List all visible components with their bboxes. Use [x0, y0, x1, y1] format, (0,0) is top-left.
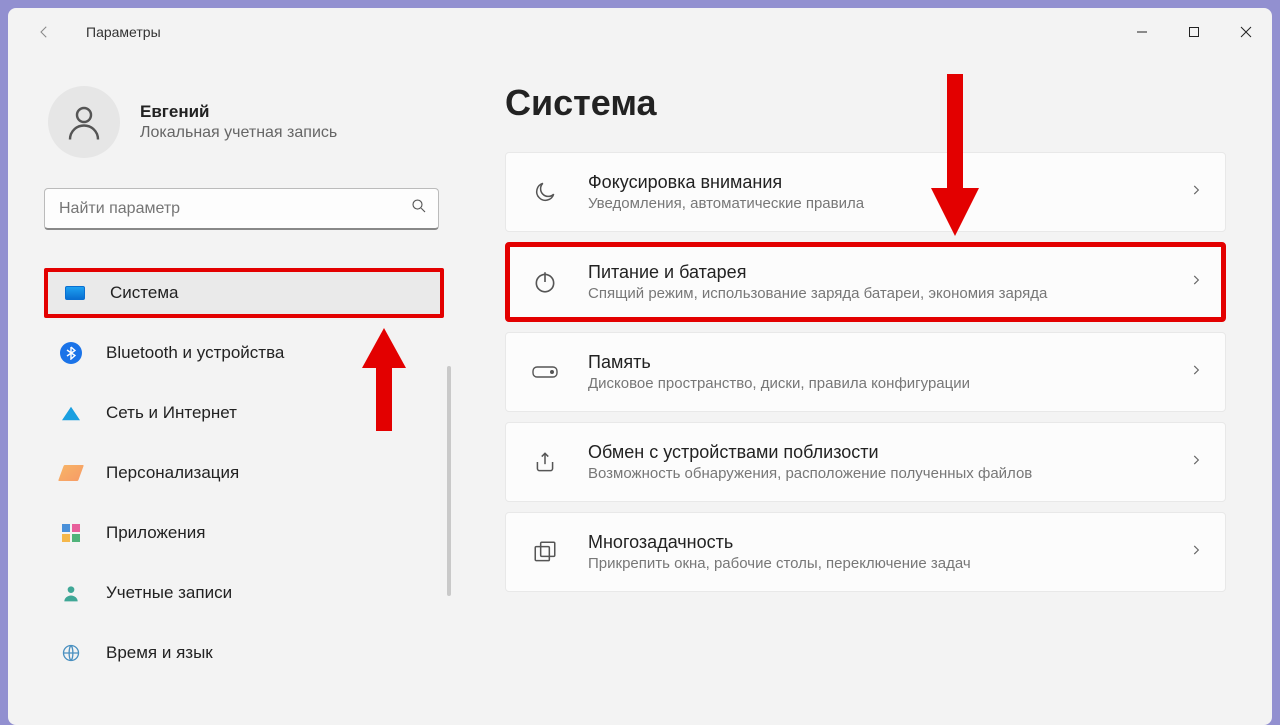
- sidebar-item-label: Система: [110, 283, 178, 303]
- accounts-icon: [58, 583, 84, 603]
- main-content: Система Фокусировка внимания Уведомления…: [453, 56, 1272, 725]
- card-text: Многозадачность Прикрепить окна, рабочие…: [588, 532, 1189, 572]
- sidebar-scrollbar[interactable]: [447, 366, 451, 596]
- profile-name: Евгений: [140, 102, 337, 122]
- search-icon: [410, 197, 428, 220]
- window-title: Параметры: [86, 24, 161, 40]
- wifi-icon: [58, 404, 84, 422]
- share-icon: [528, 449, 562, 475]
- sidebar-item-label: Сеть и Интернет: [106, 403, 237, 423]
- minimize-icon: [1136, 26, 1148, 38]
- card-multitasking[interactable]: Многозадачность Прикрепить окна, рабочие…: [505, 512, 1226, 592]
- settings-cards: Фокусировка внимания Уведомления, автома…: [505, 152, 1226, 592]
- search-input[interactable]: [59, 200, 410, 218]
- card-subtitle: Спящий режим, использование заряда батар…: [588, 285, 1189, 302]
- back-button[interactable]: [26, 14, 62, 50]
- sidebar-nav: Система Bluetooth и устройства Сеть и Ин…: [44, 268, 444, 688]
- arrow-left-icon: [35, 23, 53, 41]
- search-box[interactable]: [44, 188, 439, 230]
- sidebar: Евгений Локальная учетная запись Система: [8, 56, 453, 725]
- card-text: Питание и батарея Спящий режим, использо…: [588, 262, 1189, 302]
- titlebar: Параметры: [8, 8, 1272, 56]
- person-icon: [63, 101, 105, 143]
- maximize-icon: [1188, 26, 1200, 38]
- sidebar-item-label: Bluetooth и устройства: [106, 343, 284, 363]
- page-heading: Система: [505, 82, 1226, 124]
- settings-window: Параметры Евгений Локальная учетная за: [8, 8, 1272, 725]
- profile-account-type: Локальная учетная запись: [140, 124, 337, 142]
- card-focus-assist[interactable]: Фокусировка внимания Уведомления, автома…: [505, 152, 1226, 232]
- paintbrush-icon: [58, 465, 84, 481]
- card-text: Фокусировка внимания Уведомления, автома…: [588, 172, 1189, 212]
- profile-text: Евгений Локальная учетная запись: [140, 102, 337, 142]
- card-title: Обмен с устройствами поблизости: [588, 442, 1189, 463]
- sidebar-item-time[interactable]: Время и язык: [44, 628, 444, 678]
- profile-block[interactable]: Евгений Локальная учетная запись: [44, 86, 453, 158]
- sidebar-item-label: Персонализация: [106, 463, 239, 483]
- minimize-button[interactable]: [1116, 12, 1168, 52]
- card-title: Питание и батарея: [588, 262, 1189, 283]
- chevron-right-icon: [1189, 273, 1203, 292]
- chevron-right-icon: [1189, 453, 1203, 472]
- sidebar-item-accounts[interactable]: Учетные записи: [44, 568, 444, 618]
- sidebar-item-system[interactable]: Система: [44, 268, 444, 318]
- card-subtitle: Прикрепить окна, рабочие столы, переключ…: [588, 555, 1189, 572]
- chevron-right-icon: [1189, 543, 1203, 562]
- sidebar-item-personalization[interactable]: Персонализация: [44, 448, 444, 498]
- close-button[interactable]: [1220, 12, 1272, 52]
- storage-icon: [528, 363, 562, 381]
- card-power-battery[interactable]: Питание и батарея Спящий режим, использо…: [505, 242, 1226, 322]
- globe-clock-icon: [58, 643, 84, 663]
- card-subtitle: Дисковое пространство, диски, правила ко…: [588, 375, 1189, 392]
- display-icon: [62, 286, 88, 300]
- chevron-right-icon: [1189, 183, 1203, 202]
- chevron-right-icon: [1189, 363, 1203, 382]
- sidebar-item-label: Учетные записи: [106, 583, 232, 603]
- avatar: [48, 86, 120, 158]
- close-icon: [1240, 26, 1252, 38]
- window-controls: [1116, 12, 1272, 52]
- card-subtitle: Возможность обнаружения, расположение по…: [588, 465, 1189, 482]
- card-title: Память: [588, 352, 1189, 373]
- maximize-button[interactable]: [1168, 12, 1220, 52]
- apps-grid-icon: [58, 524, 84, 542]
- card-text: Обмен с устройствами поблизости Возможно…: [588, 442, 1189, 482]
- card-subtitle: Уведомления, автоматические правила: [588, 195, 1189, 212]
- moon-icon: [528, 179, 562, 205]
- sidebar-item-network[interactable]: Сеть и Интернет: [44, 388, 444, 438]
- card-title: Фокусировка внимания: [588, 172, 1189, 193]
- card-text: Память Дисковое пространство, диски, пра…: [588, 352, 1189, 392]
- bluetooth-icon: [58, 342, 84, 364]
- sidebar-item-label: Приложения: [106, 523, 205, 543]
- card-nearby-sharing[interactable]: Обмен с устройствами поблизости Возможно…: [505, 422, 1226, 502]
- card-title: Многозадачность: [588, 532, 1189, 553]
- sidebar-item-bluetooth[interactable]: Bluetooth и устройства: [44, 328, 444, 378]
- sidebar-item-label: Время и язык: [106, 643, 213, 663]
- power-icon: [528, 269, 562, 295]
- multitask-icon: [528, 539, 562, 565]
- sidebar-item-apps[interactable]: Приложения: [44, 508, 444, 558]
- body: Евгений Локальная учетная запись Система: [8, 56, 1272, 725]
- card-storage[interactable]: Память Дисковое пространство, диски, пра…: [505, 332, 1226, 412]
